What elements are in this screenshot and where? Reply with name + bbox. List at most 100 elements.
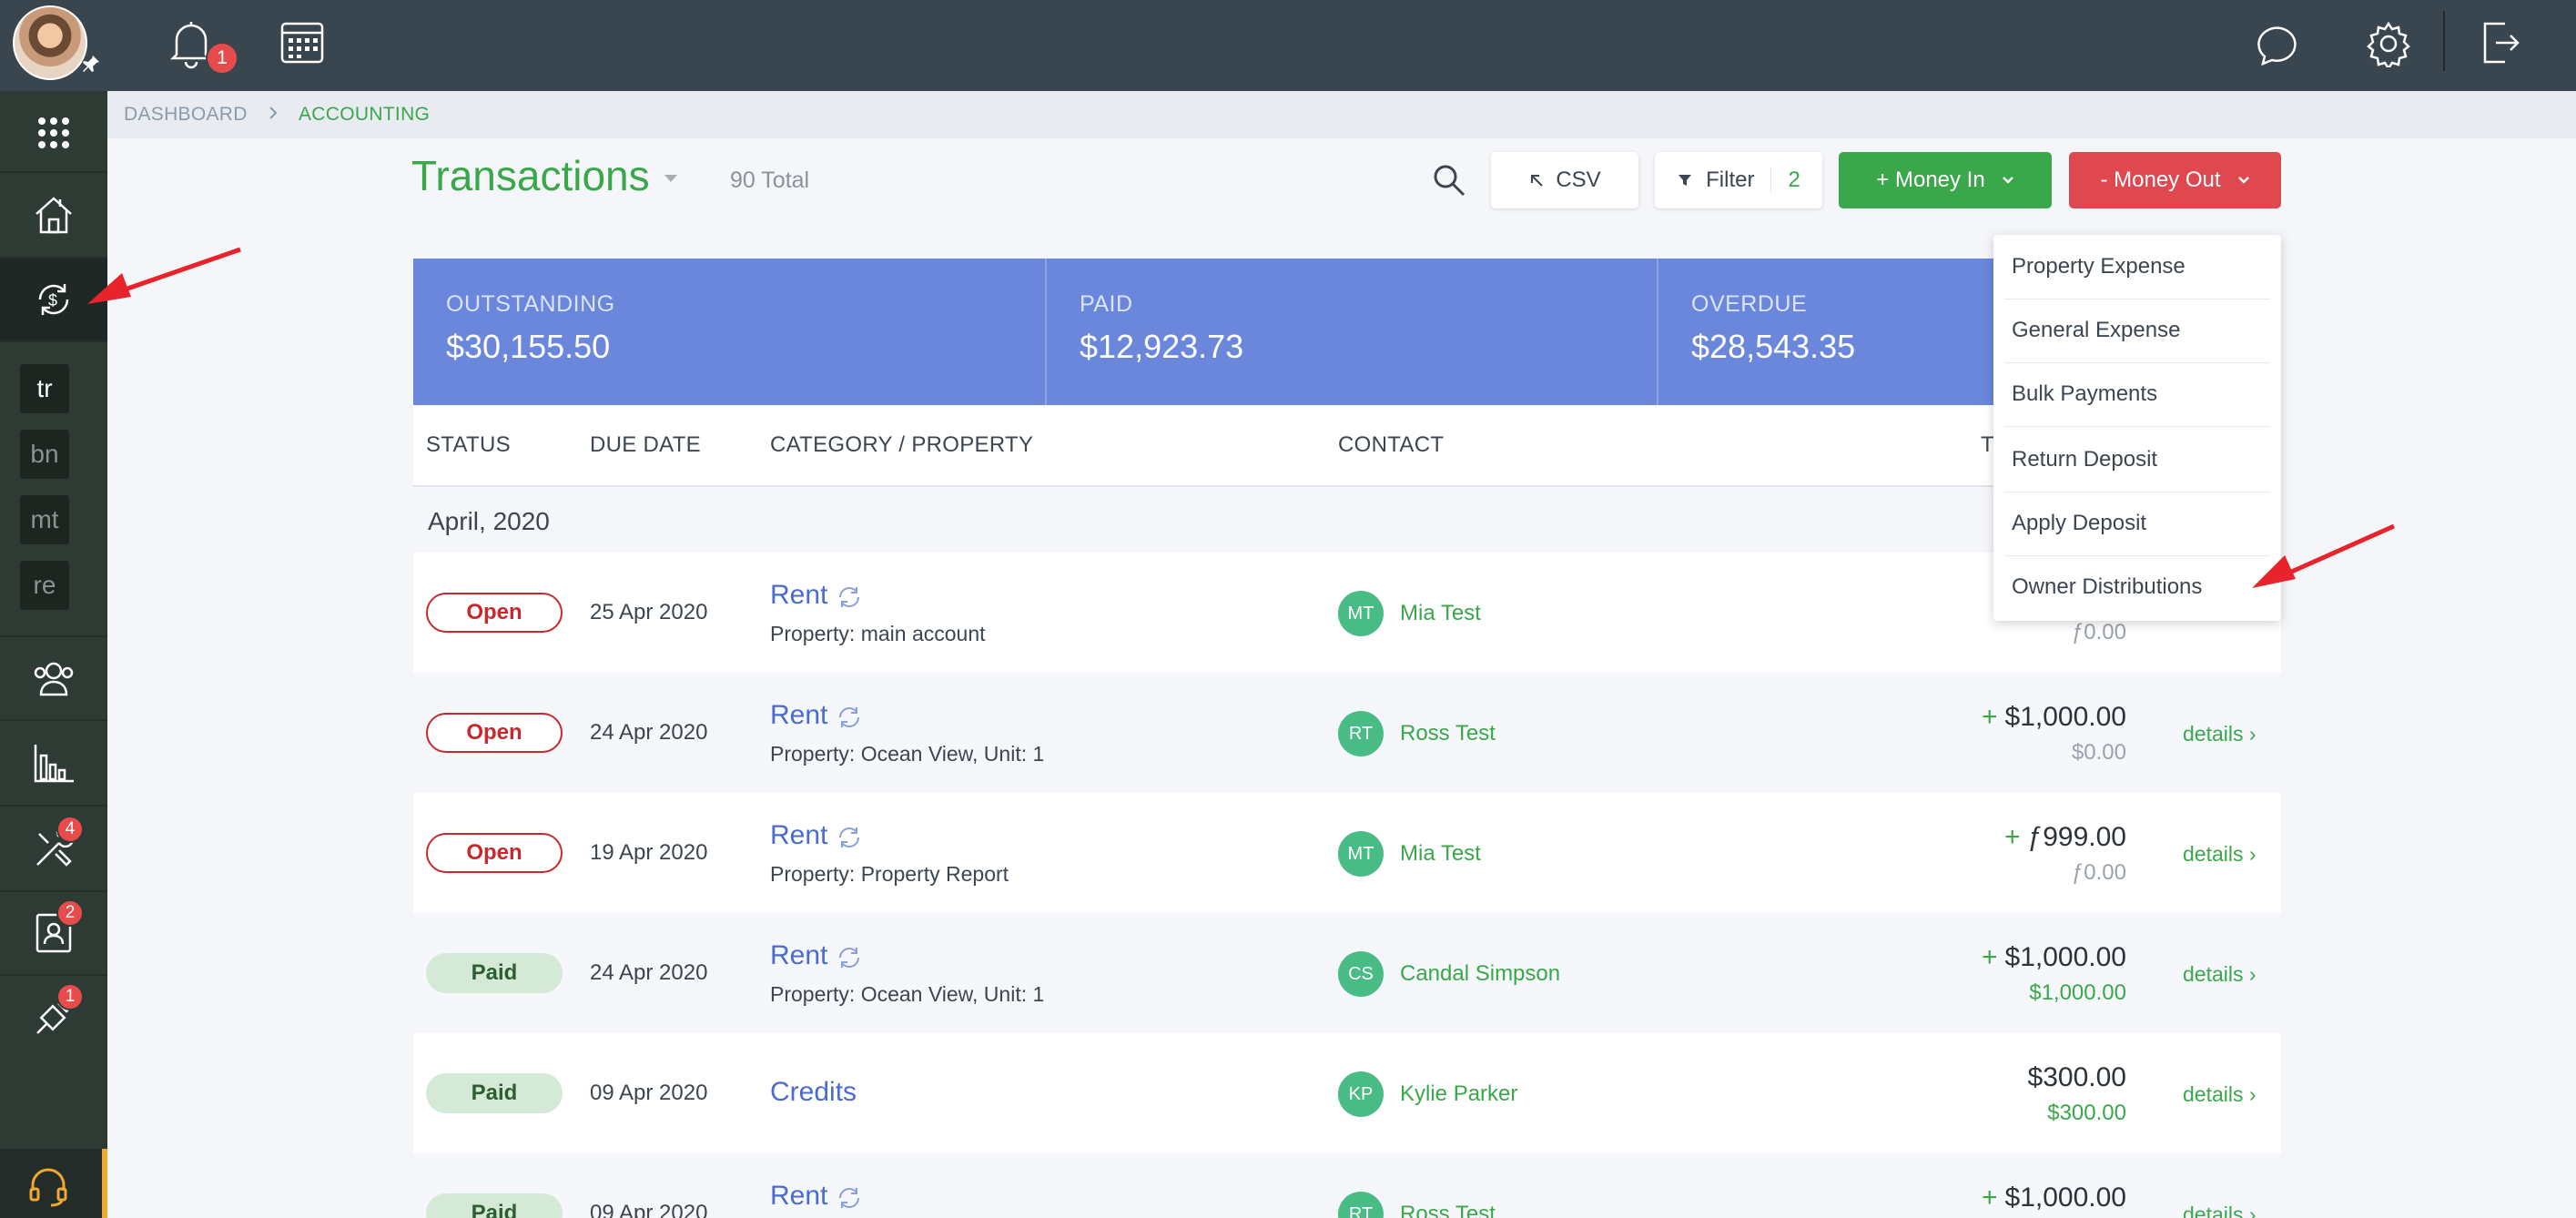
paid-amount: $0.00 xyxy=(2071,740,2126,765)
category-link[interactable]: Rent xyxy=(770,1181,827,1212)
table-row[interactable]: Open 24 Apr 2020 Rent Property: Ocean View,… xyxy=(413,673,2281,793)
property-text: Property: Property Report xyxy=(770,862,1009,886)
menu-item-owner-distributions[interactable]: Owner Distributions xyxy=(1993,555,2281,619)
contact-name[interactable]: Kylie Parker xyxy=(1400,1081,1517,1107)
money-in-button[interactable]: + Money In xyxy=(1839,152,2052,208)
contact-name[interactable]: Ross Test xyxy=(1400,1202,1496,1218)
table-row[interactable]: Open 19 Apr 2020 Rent Property: Property Re… xyxy=(413,793,2281,913)
table-row[interactable]: Paid 24 Apr 2020 Rent Property: Ocean View,… xyxy=(413,913,2281,1033)
plus-sign: + xyxy=(1982,942,1998,972)
page-title[interactable]: Transactions xyxy=(411,151,650,200)
column-category[interactable]: CATEGORY / PROPERTY xyxy=(770,432,1033,458)
recurring-sync-icon xyxy=(836,944,863,971)
csv-export-button[interactable]: CSV xyxy=(1491,152,1638,208)
menu-item-return-deposit[interactable]: Return Deposit xyxy=(1993,428,2281,492)
pin-icon[interactable] xyxy=(80,53,102,75)
menu-item-general-expense[interactable]: General Expense xyxy=(1993,299,2281,362)
details-link[interactable]: details › xyxy=(2183,1082,2257,1107)
amount: + $1,000.00 xyxy=(1982,702,2126,733)
filter-count: 2 xyxy=(1770,167,1800,193)
amount-value: $1,000.00 xyxy=(2004,702,2126,732)
caret-down-icon[interactable] xyxy=(663,173,679,184)
contact-name[interactable]: Ross Test xyxy=(1400,721,1496,746)
status-badge: Paid xyxy=(426,1073,563,1113)
menu-item-property-expense[interactable]: Property Expense xyxy=(1993,235,2281,299)
quick-link-tr[interactable]: tr xyxy=(20,364,69,413)
paid-amount: ƒ0.00 xyxy=(2071,620,2126,645)
contact-name[interactable]: Mia Test xyxy=(1400,601,1481,626)
status-badge: Open xyxy=(426,833,563,873)
status-badge: Open xyxy=(426,593,563,633)
category-link[interactable]: Rent xyxy=(770,820,827,851)
maintenance-tools-icon[interactable] xyxy=(0,807,107,890)
filter-button[interactable]: Filter 2 xyxy=(1655,152,1822,208)
recurring-sync-icon xyxy=(836,1184,863,1212)
amount: + $1,000.00 xyxy=(1982,942,2126,973)
breadcrumb-dashboard[interactable]: DASHBOARD xyxy=(124,104,248,126)
filter-icon xyxy=(1678,175,1692,186)
avatar[interactable] xyxy=(13,5,87,80)
calendar-icon[interactable] xyxy=(279,18,326,66)
summary-outstanding[interactable]: OUTSTANDING $30,155.50 xyxy=(413,259,1045,405)
details-label: details xyxy=(2183,1082,2244,1106)
quick-link-re[interactable]: re xyxy=(20,561,69,610)
gear-icon[interactable] xyxy=(2365,20,2412,67)
money-out-button[interactable]: - Money Out xyxy=(2069,152,2281,208)
category-link[interactable]: Credits xyxy=(770,1077,857,1108)
topbar xyxy=(107,0,2576,91)
column-total[interactable]: T xyxy=(1981,432,1994,458)
status-badge: Paid xyxy=(426,953,563,993)
table-row[interactable]: Paid 09 Apr 2020 Credits KP Kylie Parker $300… xyxy=(413,1033,2281,1153)
due-date: 24 Apr 2020 xyxy=(590,720,708,745)
contact-name[interactable]: Mia Test xyxy=(1400,841,1481,867)
filter-label: Filter xyxy=(1706,167,1755,192)
chevron-right-icon: › xyxy=(2248,1203,2257,1218)
status-badge: Open xyxy=(426,713,563,753)
recurring-sync-icon xyxy=(836,824,863,851)
tasks-link-icon[interactable] xyxy=(0,976,107,1058)
month-label: April, 2020 xyxy=(428,507,550,535)
details-link[interactable]: details › xyxy=(2183,1203,2257,1218)
details-link[interactable]: details › xyxy=(2183,842,2257,867)
summary-paid[interactable]: PAID $12,923.73 xyxy=(1047,259,1658,405)
chevron-down-icon xyxy=(2002,177,2013,184)
category-link[interactable]: Rent xyxy=(770,940,827,971)
property-text: Property: Ocean View, Unit: 1 xyxy=(770,742,1045,766)
table-row[interactable]: Paid 09 Apr 2020 Rent RT Ross Test + $1,000.00… xyxy=(413,1153,2281,1218)
column-contact[interactable]: CONTACT xyxy=(1338,432,1444,458)
chevron-down-icon xyxy=(2237,177,2249,184)
details-link[interactable]: details › xyxy=(2183,962,2257,987)
contact-avatar: KP xyxy=(1338,1071,1384,1117)
quick-link-mt[interactable]: mt xyxy=(20,495,69,544)
plus-sign: + xyxy=(1982,702,1998,732)
summary-value: $28,543.35 xyxy=(1691,328,1856,365)
money-in-label: + Money In xyxy=(1876,167,1985,192)
category-link[interactable]: Rent xyxy=(770,580,827,611)
menu-item-apply-deposit[interactable]: Apply Deposit xyxy=(1993,492,2281,555)
due-date: 09 Apr 2020 xyxy=(590,1201,708,1218)
headset-icon[interactable] xyxy=(27,1165,69,1207)
quick-link-bn[interactable]: bn xyxy=(20,430,69,479)
chat-icon[interactable] xyxy=(2257,22,2303,67)
plus-sign: + xyxy=(2004,822,2021,852)
people-icon[interactable] xyxy=(0,637,107,719)
column-due-date[interactable]: DUE DATE xyxy=(590,432,701,458)
logout-icon[interactable] xyxy=(2478,20,2521,66)
contact-card-icon[interactable] xyxy=(0,892,107,974)
column-status[interactable]: STATUS xyxy=(426,432,511,458)
paid-amount: $300.00 xyxy=(2047,1101,2126,1125)
apps-grid-icon[interactable] xyxy=(0,95,107,171)
due-date: 19 Apr 2020 xyxy=(590,840,708,865)
category-link[interactable]: Rent xyxy=(770,700,827,731)
recurring-sync-icon xyxy=(836,704,863,731)
reports-chart-icon[interactable] xyxy=(0,721,107,805)
amount: + ƒ999.00 xyxy=(2004,822,2126,853)
menu-item-bulk-payments[interactable]: Bulk Payments xyxy=(1993,362,2281,426)
search-icon[interactable] xyxy=(1431,162,1467,198)
breadcrumb-accounting[interactable]: ACCOUNTING xyxy=(299,104,430,126)
contacts-badge: 2 xyxy=(56,899,84,927)
topbar-divider xyxy=(2443,11,2445,71)
details-link[interactable]: details › xyxy=(2183,722,2257,746)
contact-name[interactable]: Candal Simpson xyxy=(1400,961,1560,987)
details-label: details xyxy=(2183,1203,2244,1218)
